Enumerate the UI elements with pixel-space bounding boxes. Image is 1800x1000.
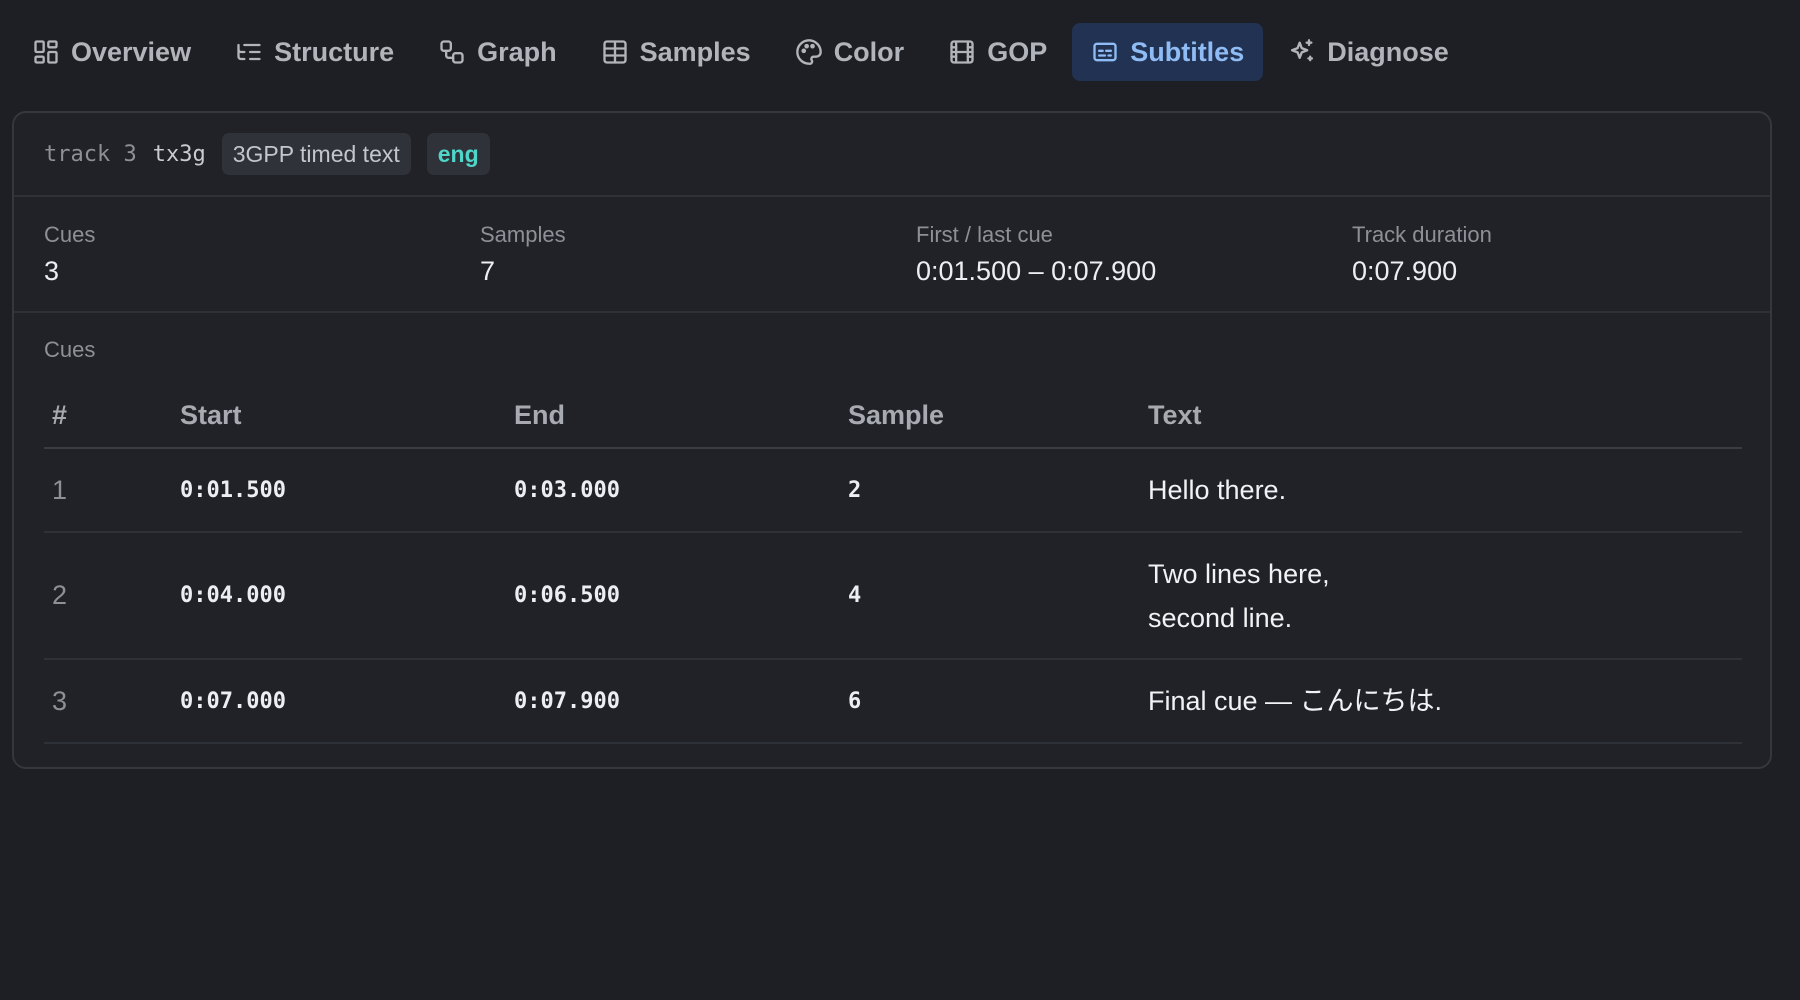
stat-cues-label: Cues <box>44 222 96 247</box>
language-badge: eng <box>426 133 490 175</box>
column-header-end[interactable]: End <box>514 383 848 449</box>
cue-index: 1 <box>44 448 180 533</box>
tab-subtitles-label: Subtitles <box>1130 36 1245 67</box>
grid-icon <box>34 40 58 64</box>
stat-cues: Cues 3 <box>14 197 450 287</box>
tab-samples-label: Samples <box>639 36 751 67</box>
cue-index: 3 <box>44 659 180 744</box>
tab-bar: Overview Structure Graph Samples Color G… <box>13 23 1468 81</box>
tab-graph-label: Graph <box>477 36 557 67</box>
list-tree-icon <box>237 43 261 61</box>
tab-overview[interactable]: Overview <box>13 23 210 81</box>
tab-graph[interactable]: Graph <box>419 23 576 81</box>
track-id: track 3 <box>44 141 137 167</box>
stat-samples-value: 7 <box>480 256 496 286</box>
column-header-text[interactable]: Text <box>1148 383 1742 449</box>
codec-label: tx3g <box>152 141 206 167</box>
table-row[interactable]: 3 0:07.000 0:07.900 6 Final cue — こんにちは. <box>44 659 1742 744</box>
cue-text-line: second line. <box>1148 602 1293 633</box>
stat-duration-value: 0:07.900 <box>1352 256 1458 286</box>
track-header: track 3 tx3g 3GPP timed text eng <box>14 113 1770 197</box>
tab-diagnose[interactable]: Diagnose <box>1269 23 1468 81</box>
cue-start: 0:07.000 <box>180 659 514 744</box>
stat-samples-label: Samples <box>480 222 566 247</box>
graph-nodes-icon <box>440 40 464 64</box>
track-type-badge: 3GPP timed text <box>221 133 411 175</box>
stats-row: Cues 3 Samples 7 First / last cue 0:01.5… <box>14 197 1770 313</box>
cues-section-label: Cues <box>44 337 96 362</box>
cue-text: Final cue — こんにちは. <box>1148 659 1742 744</box>
sparkles-icon <box>1291 39 1314 62</box>
column-header-start[interactable]: Start <box>180 383 514 449</box>
cue-end: 0:07.900 <box>514 659 848 744</box>
cue-end: 0:06.500 <box>514 532 848 660</box>
cue-start: 0:01.500 <box>180 448 514 533</box>
cue-text: Hello there. <box>1148 448 1742 533</box>
stat-first-last-value: 0:01.500 – 0:07.900 <box>916 256 1157 286</box>
cues-table: # Start End Sample Text 1 0:01.500 0:03.… <box>44 383 1742 744</box>
tab-samples[interactable]: Samples <box>582 23 770 81</box>
cue-sample: 2 <box>848 448 1148 533</box>
tab-gop-label: GOP <box>987 36 1048 67</box>
film-icon <box>950 40 974 64</box>
cue-index: 2 <box>44 532 180 660</box>
column-header-index[interactable]: # <box>44 383 180 449</box>
palette-icon <box>795 39 822 65</box>
column-header-sample[interactable]: Sample <box>848 383 1148 449</box>
tab-diagnose-label: Diagnose <box>1327 36 1449 67</box>
subtitles-panel: track 3 tx3g 3GPP timed text eng Cues 3 … <box>12 111 1772 769</box>
cue-start: 0:04.000 <box>180 532 514 660</box>
cue-sample: 4 <box>848 532 1148 660</box>
stat-cues-value: 3 <box>44 256 60 286</box>
tab-subtitles[interactable]: Subtitles <box>1072 23 1264 81</box>
stat-first-last: First / last cue 0:01.500 – 0:07.900 <box>886 197 1322 287</box>
tab-gop[interactable]: GOP <box>929 23 1066 81</box>
stat-duration-label: Track duration <box>1352 222 1492 247</box>
tab-structure[interactable]: Structure <box>216 23 413 81</box>
table-row[interactable]: 1 0:01.500 0:03.000 2 Hello there. <box>44 448 1742 533</box>
cue-end: 0:03.000 <box>514 448 848 533</box>
tab-overview-label: Overview <box>71 36 192 67</box>
table-header-row: # Start End Sample Text <box>44 383 1742 449</box>
stat-samples: Samples 7 <box>450 197 886 287</box>
cue-sample: 6 <box>848 659 1148 744</box>
cue-text: Two lines here, second line. <box>1148 532 1742 660</box>
tab-color-label: Color <box>833 36 905 67</box>
stat-first-last-label: First / last cue <box>916 222 1053 247</box>
table-row[interactable]: 2 0:04.000 0:06.500 4 Two lines here, se… <box>44 532 1742 660</box>
table-icon <box>602 40 627 64</box>
tab-structure-label: Structure <box>274 36 395 67</box>
stat-duration: Track duration 0:07.900 <box>1322 197 1758 287</box>
cue-text-line: Two lines here, <box>1148 558 1330 589</box>
tab-color[interactable]: Color <box>776 23 924 81</box>
captions-icon <box>1093 42 1117 62</box>
